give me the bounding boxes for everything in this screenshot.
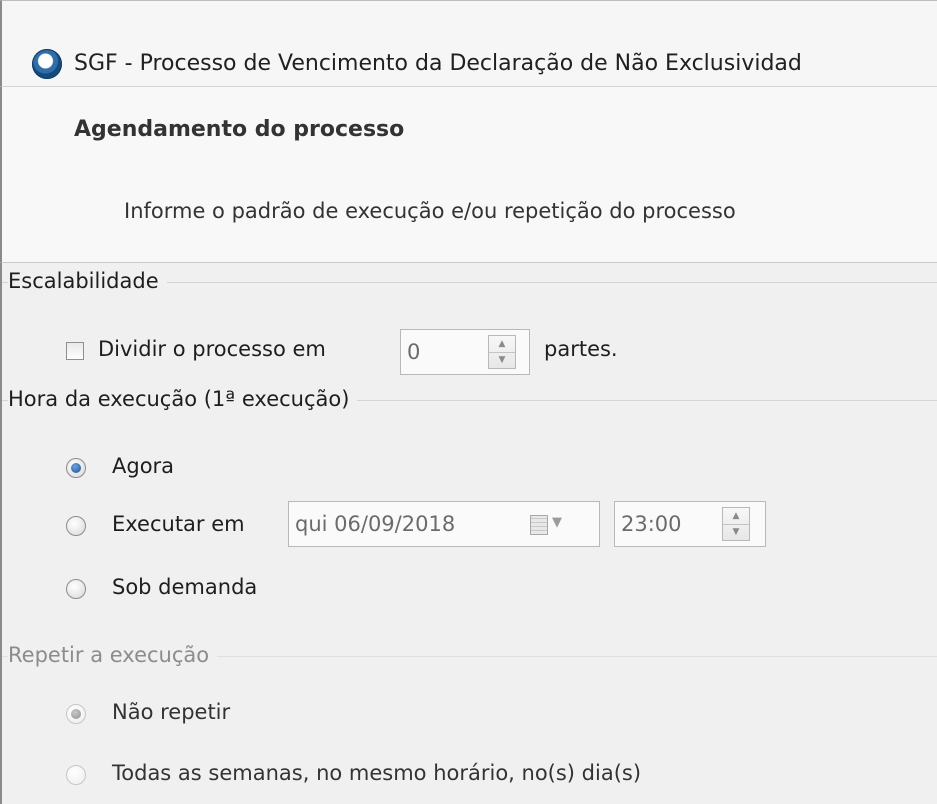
app-logo-icon	[32, 49, 62, 79]
radio-nao-repetir-label: Não repetir	[112, 700, 231, 724]
radio-executar-em-label: Executar em	[112, 512, 245, 536]
radio-agora[interactable]	[66, 458, 86, 478]
wizard-content: Escalabilidade Dividir o processo em 0 ▲…	[0, 263, 937, 804]
parts-suffix-label: partes.	[544, 337, 618, 361]
execution-group-label: Hora da execução (1ª execução)	[8, 387, 358, 411]
parts-count-value: 0	[407, 340, 421, 364]
time-stepper[interactable]: ▲ ▼	[722, 507, 750, 541]
spin-up-icon[interactable]: ▲	[489, 336, 515, 353]
radio-todas-semanas-label: Todas as semanas, no mesmo horário, no(s…	[112, 761, 642, 785]
spin-down-icon[interactable]: ▼	[723, 524, 749, 540]
divide-process-checkbox[interactable]	[66, 342, 84, 360]
date-value: qui 06/09/2018	[295, 512, 456, 536]
radio-agora-label: Agora	[112, 454, 175, 478]
repeat-group-label: Repetir a execução	[8, 643, 218, 667]
scalability-group-label: Escalabilidade	[8, 269, 167, 293]
page-subtitle: Informe o padrão de execução e/ou repeti…	[124, 199, 736, 223]
time-value: 23:00	[621, 512, 682, 536]
window-title-bar: SGF - Processo de Vencimento da Declaraç…	[0, 0, 937, 86]
divide-process-label: Dividir o processo em	[98, 337, 326, 361]
spin-up-icon[interactable]: ▲	[723, 508, 749, 525]
calendar-dropdown-icon[interactable]: ▼	[528, 509, 572, 541]
radio-sob-demanda-label: Sob demanda	[112, 575, 258, 599]
radio-todas-semanas[interactable]	[66, 765, 86, 785]
radio-sob-demanda[interactable]	[66, 579, 86, 599]
parts-count-stepper[interactable]: ▲ ▼	[488, 335, 516, 369]
radio-nao-repetir[interactable]	[66, 704, 86, 724]
wizard-header: Agendamento do processo Informe o padrão…	[0, 86, 937, 263]
window-title: SGF - Processo de Vencimento da Declaraç…	[74, 51, 802, 76]
calendar-icon	[530, 515, 548, 535]
chevron-down-icon: ▼	[552, 515, 562, 530]
page-title: Agendamento do processo	[74, 117, 405, 142]
radio-executar-em[interactable]	[66, 516, 86, 536]
spin-down-icon[interactable]: ▼	[489, 352, 515, 368]
